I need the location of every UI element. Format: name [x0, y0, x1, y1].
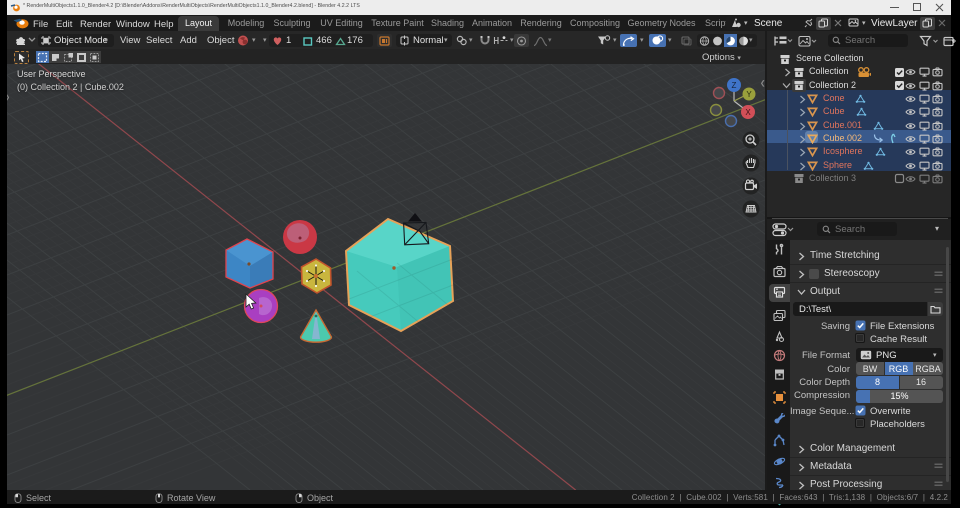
svg-text:Y: Y — [746, 90, 752, 99]
svg-text:Z: Z — [732, 81, 737, 90]
svg-text:X: X — [745, 108, 751, 117]
